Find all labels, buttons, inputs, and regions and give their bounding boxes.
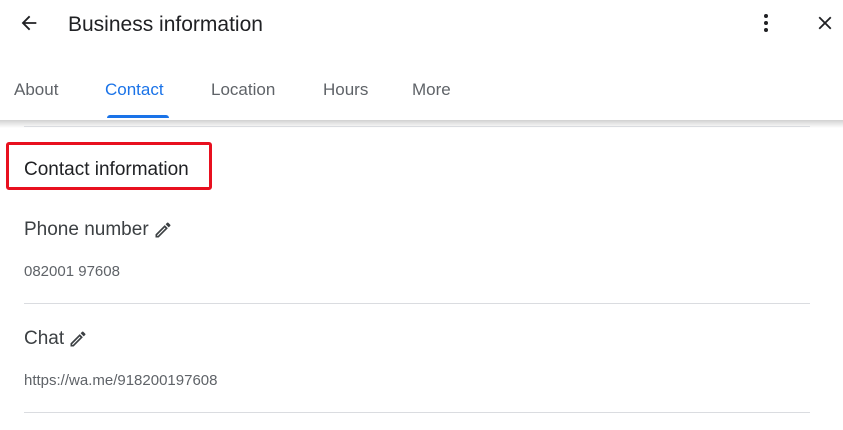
phone-number-edit[interactable]: Phone number [24,219,173,241]
pencil-icon[interactable] [68,329,88,349]
tab-bar: About Contact Location Hours More [0,60,843,120]
field-label: Chat [24,328,65,349]
section-title: Contact information [24,159,189,180]
tab-contact[interactable]: Contact [105,80,164,100]
more-options-button[interactable] [752,10,780,40]
tab-more[interactable]: More [412,80,451,100]
more-vert-icon [754,11,778,40]
close-button[interactable] [810,10,840,40]
divider [24,412,810,413]
page-title: Business information [68,13,263,36]
field-label: Phone number [24,219,149,240]
header-bar: Business information [0,0,843,52]
divider [24,126,810,127]
contact-panel: Contact information Phone number 082001 … [0,120,843,430]
back-button[interactable] [14,10,44,40]
chat-value: https://wa.me/918200197608 [24,372,218,389]
chat-edit[interactable]: Chat [24,328,88,350]
close-icon [814,12,836,39]
active-tab-indicator [107,115,169,118]
divider [24,303,810,304]
tab-location[interactable]: Location [211,80,275,100]
arrow-left-icon [18,12,40,39]
tab-hours[interactable]: Hours [323,80,368,100]
pencil-icon[interactable] [153,220,173,240]
phone-number-value: 082001 97608 [24,263,120,280]
tab-about[interactable]: About [14,80,58,100]
